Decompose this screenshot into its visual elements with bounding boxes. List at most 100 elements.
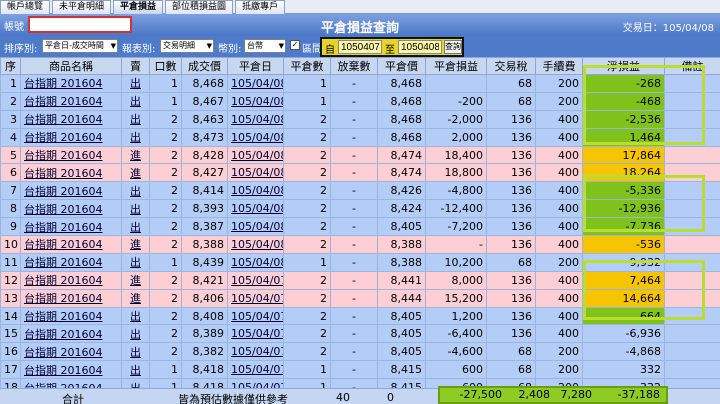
column-header-lots[interactable]: 口數: [149, 57, 182, 75]
from-date-input[interactable]: [338, 40, 382, 54]
cell-product[interactable]: 台指期 201604: [20, 288, 122, 308]
cell-product[interactable]: 台指期 201604: [20, 252, 122, 272]
column-header-abandon[interactable]: 放棄數: [330, 57, 378, 75]
tab-collateral-account[interactable]: 抵繳專戶: [235, 0, 286, 14]
table-row[interactable]: 5 台指期 201604 進 2 8,428 105/04/08 2-8,474 18,400…: [0, 145, 720, 165]
cell-side[interactable]: 出: [121, 342, 150, 362]
interval-checkbox[interactable]: ✓: [290, 40, 300, 50]
cell-product[interactable]: 台指期 201604: [20, 181, 122, 201]
cell-date[interactable]: 105/04/08: [227, 199, 284, 219]
table-row[interactable]: 2 台指期 201604 出 1 8,467 105/04/08 1-8,468 -200 68…: [0, 91, 720, 111]
cell-side[interactable]: 出: [121, 252, 150, 272]
column-header-net[interactable]: 淨損益: [582, 57, 665, 75]
column-header-seq[interactable]: 序: [0, 57, 21, 75]
cell-side[interactable]: 進: [121, 288, 150, 308]
cell-product[interactable]: 台指期 201604: [20, 342, 122, 362]
cell-side[interactable]: 出: [121, 181, 150, 201]
cell-product[interactable]: 台指期 201604: [20, 127, 122, 147]
cell-product[interactable]: 台指期 201604: [20, 217, 122, 237]
cell-side[interactable]: 出: [121, 74, 150, 93]
cell-date[interactable]: 105/04/07: [227, 288, 284, 308]
column-header-price[interactable]: 成交價: [181, 57, 228, 75]
cell-date[interactable]: 105/04/08: [227, 127, 284, 147]
column-header-product[interactable]: 商品名稱: [20, 57, 122, 75]
cell-side[interactable]: 出: [121, 109, 150, 129]
query-button[interactable]: 查詢: [444, 40, 462, 54]
column-header-closed[interactable]: 平倉數: [283, 57, 331, 75]
table-row[interactable]: 4 台指期 201604 出 2 8,473 105/04/08 2-8,468 2,000 1…: [0, 127, 720, 147]
cell-product[interactable]: 台指期 201604: [20, 145, 122, 165]
currency-select[interactable]: 台幣 ▼: [244, 39, 286, 53]
cell-seq: 6: [0, 163, 21, 183]
cell-date[interactable]: 105/04/07: [227, 306, 284, 326]
cell-date[interactable]: 105/04/08: [227, 163, 284, 183]
cell-date[interactable]: 105/04/07: [227, 342, 284, 362]
column-header-side[interactable]: 賣: [121, 57, 150, 75]
cell-side[interactable]: 進: [121, 145, 150, 165]
column-header-fee[interactable]: 手續費: [535, 57, 583, 75]
cell-side[interactable]: 出: [121, 360, 150, 380]
cell-product[interactable]: 台指期 201604: [20, 306, 122, 326]
table-row[interactable]: 8 台指期 201604 出 2 8,393 105/04/08 2-8,424 -12,40…: [0, 199, 720, 219]
sort-select[interactable]: 平倉日-成交時間 ▼: [42, 39, 118, 53]
cell-side[interactable]: 出: [121, 127, 150, 147]
cell-date[interactable]: 105/04/07: [227, 360, 284, 380]
table-row[interactable]: 3 台指期 201604 出 2 8,463 105/04/08 2-8,468 -2,000…: [0, 109, 720, 129]
table-row[interactable]: 17 台指期 201604 出 1 8,418 105/04/07 1-8,415 600 68…: [0, 360, 720, 380]
cell-date[interactable]: 105/04/08: [227, 145, 284, 165]
cell-lots: 1: [149, 91, 182, 111]
cell-product[interactable]: 台指期 201604: [20, 235, 122, 254]
cell-date[interactable]: 105/04/08: [227, 252, 284, 272]
cell-product[interactable]: 台指期 201604: [20, 74, 122, 93]
table-row[interactable]: 14 台指期 201604 出 2 8,408 105/04/07 2-8,405 1,200…: [0, 306, 720, 326]
tab-account-overview[interactable]: 帳戶總覽: [0, 0, 51, 14]
tab-closed-pl[interactable]: 平倉損益: [113, 0, 164, 14]
cell-date[interactable]: 105/04/08: [227, 74, 284, 93]
cell-side[interactable]: 出: [121, 306, 150, 326]
report-select[interactable]: 交易明細 ▼: [160, 39, 214, 53]
cell-product[interactable]: 台指期 201604: [20, 91, 122, 111]
to-date-input[interactable]: [398, 40, 442, 54]
cell-product[interactable]: 台指期 201604: [20, 324, 122, 344]
cell-date[interactable]: 105/04/08: [227, 109, 284, 129]
cell-product[interactable]: 台指期 201604: [20, 360, 122, 380]
column-header-date[interactable]: 平倉日: [227, 57, 284, 75]
table-row[interactable]: 13 台指期 201604 進 2 8,406 105/04/07 2-8,444 15,20…: [0, 288, 720, 308]
cell-side[interactable]: 進: [121, 270, 150, 290]
tab-position-pl-chart[interactable]: 部位積損益圖: [165, 0, 234, 14]
cell-fee: 400: [535, 217, 583, 237]
tab-open-positions[interactable]: 未平倉明細: [52, 0, 112, 14]
table-row[interactable]: 10 台指期 201604 進 2 8,388 105/04/08 2-8,388-136 4…: [0, 235, 720, 254]
cell-product[interactable]: 台指期 201604: [20, 270, 122, 290]
cell-date[interactable]: 105/04/08: [227, 217, 284, 237]
table-row[interactable]: 7 台指期 201604 出 2 8,414 105/04/08 2-8,426 -4,800…: [0, 181, 720, 201]
cell-side[interactable]: 進: [121, 235, 150, 254]
cell-date[interactable]: 105/04/07: [227, 324, 284, 344]
cell-side[interactable]: 出: [121, 91, 150, 111]
cell-side[interactable]: 出: [121, 217, 150, 237]
table-row[interactable]: 1 台指期 201604 出 1 8,468 105/04/08 1-8,468 68 200-…: [0, 74, 720, 93]
table-row[interactable]: 16 台指期 201604 出 2 8,382 105/04/07 2-8,405 -4,60…: [0, 342, 720, 362]
table-row[interactable]: 6 台指期 201604 進 2 8,427 105/04/08 2-8,474 18,800…: [0, 163, 720, 183]
cell-side[interactable]: 出: [121, 199, 150, 219]
sort-label: 排序別:: [4, 44, 38, 55]
cell-product[interactable]: 台指期 201604: [20, 109, 122, 129]
cell-note: [664, 288, 720, 308]
column-header-close-price[interactable]: 平倉價: [377, 57, 426, 75]
table-row[interactable]: 11 台指期 201604 出 1 8,439 105/04/08 1-8,388 10,20…: [0, 252, 720, 272]
column-header-pl[interactable]: 平倉損益: [425, 57, 487, 75]
cell-closed: 2: [283, 199, 331, 219]
cell-date[interactable]: 105/04/08: [227, 181, 284, 201]
cell-date[interactable]: 105/04/07: [227, 270, 284, 290]
table-row[interactable]: 15 台指期 201604 出 2 8,389 105/04/07 2-8,405 -6,40…: [0, 324, 720, 344]
column-header-note[interactable]: 備註: [664, 57, 720, 75]
cell-product[interactable]: 台指期 201604: [20, 199, 122, 219]
table-row[interactable]: 9 台指期 201604 出 2 8,387 105/04/08 2-8,405 -7,200…: [0, 217, 720, 237]
cell-side[interactable]: 出: [121, 324, 150, 344]
table-row[interactable]: 12 台指期 201604 進 2 8,421 105/04/07 2-8,441 8,000…: [0, 270, 720, 290]
column-header-tax[interactable]: 交易稅: [486, 57, 536, 75]
cell-date[interactable]: 105/04/08: [227, 235, 284, 254]
cell-date[interactable]: 105/04/08: [227, 91, 284, 111]
cell-side[interactable]: 進: [121, 163, 150, 183]
cell-product[interactable]: 台指期 201604: [20, 163, 122, 183]
